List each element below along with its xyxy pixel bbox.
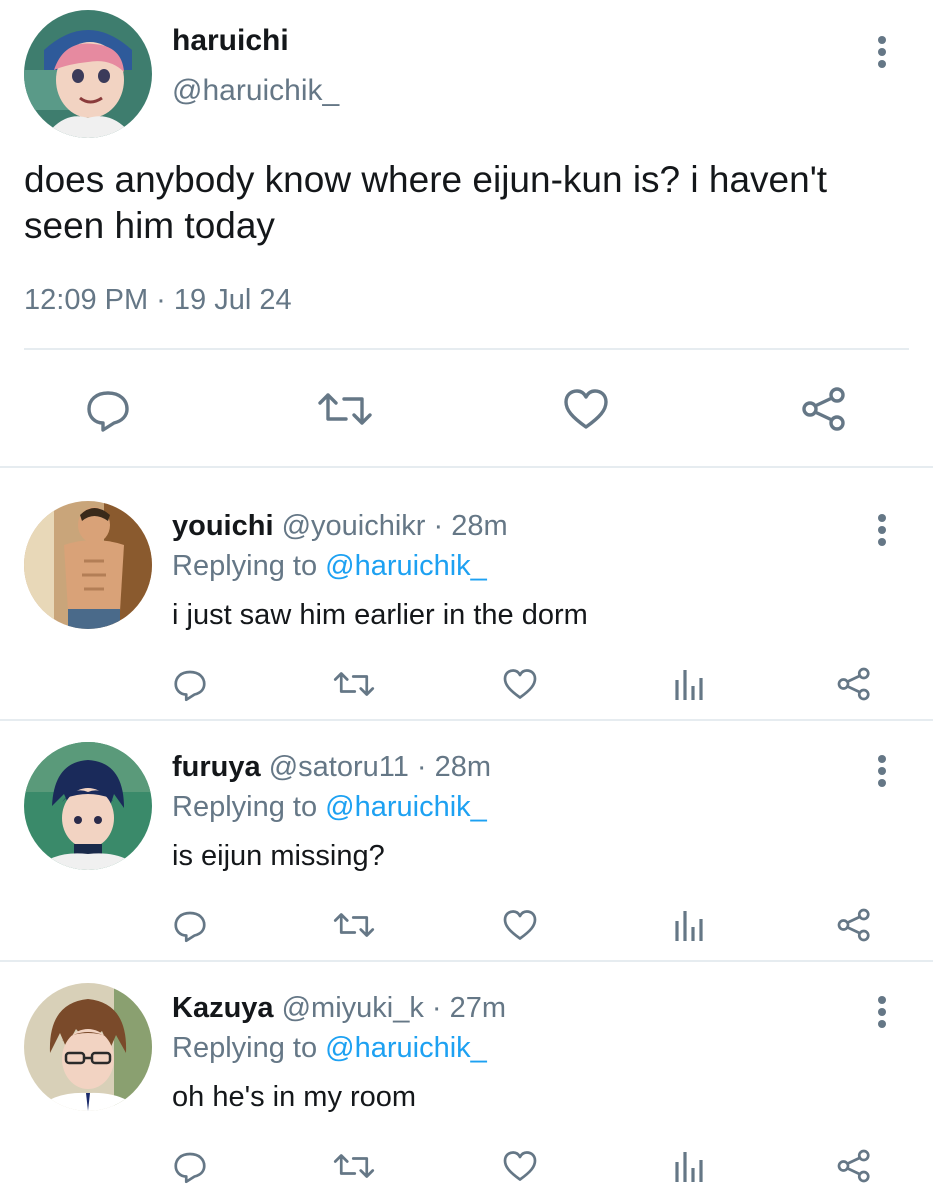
retweet-icon[interactable] — [316, 385, 374, 433]
reply-time[interactable]: 28m — [451, 510, 507, 542]
analytics-icon[interactable] — [672, 907, 708, 943]
reply-tweet[interactable]: youichi @youichikr · 28m Replying to @ha… — [0, 468, 933, 708]
analytics-icon[interactable] — [672, 1148, 708, 1184]
retweet-icon[interactable] — [332, 907, 376, 943]
replying-prefix: Replying to — [172, 1032, 326, 1064]
reply-icon[interactable] — [172, 907, 208, 943]
separator-dot: · — [433, 510, 444, 542]
tweet-timestamp[interactable]: 12:09 PM · 19 Jul 24 — [24, 284, 292, 317]
share-icon[interactable] — [800, 385, 848, 433]
more-options-icon[interactable] — [870, 510, 894, 550]
author-name[interactable]: youichi — [172, 510, 274, 542]
avatar[interactable] — [24, 742, 152, 870]
like-icon[interactable] — [562, 385, 610, 433]
more-options-icon[interactable] — [870, 751, 894, 791]
author-name[interactable]: Kazuya — [172, 992, 274, 1024]
author-handle[interactable]: @haruichik_ — [172, 74, 339, 108]
author-handle[interactable]: @youichikr — [282, 510, 426, 542]
share-icon[interactable] — [836, 907, 872, 943]
more-options-icon[interactable] — [870, 32, 894, 72]
analytics-icon[interactable] — [672, 666, 708, 702]
mention-link[interactable]: @haruichik_ — [325, 791, 487, 823]
like-icon[interactable] — [501, 1148, 539, 1184]
replying-prefix: Replying to — [172, 550, 326, 582]
separator-dot: · — [431, 992, 442, 1024]
author-name[interactable]: haruichi — [172, 24, 289, 58]
share-icon[interactable] — [836, 1148, 872, 1184]
reply-text: i just saw him earlier in the dorm — [172, 599, 588, 631]
author-name[interactable]: furuya — [172, 751, 261, 783]
reply-header: youichi @youichikr · 28m — [172, 510, 508, 543]
share-icon[interactable] — [836, 666, 872, 702]
avatar[interactable] — [24, 983, 152, 1111]
avatar[interactable] — [24, 10, 152, 138]
divider — [24, 348, 909, 350]
reply-tweet[interactable]: Kazuya @miyuki_k · 27m Replying to @haru… — [0, 950, 933, 1190]
author-handle[interactable]: @miyuki_k — [282, 992, 424, 1024]
tweet-text: does anybody know where eijun-kun is? i … — [24, 159, 828, 246]
reply-icon[interactable] — [172, 666, 208, 702]
mention-link[interactable]: @haruichik_ — [325, 1032, 487, 1064]
mention-link[interactable]: @haruichik_ — [325, 550, 487, 582]
avatar[interactable] — [24, 501, 152, 629]
reply-icon[interactable] — [84, 385, 132, 433]
reply-header: furuya @satoru11 · 28m — [172, 751, 491, 784]
more-options-icon[interactable] — [870, 992, 894, 1032]
replying-to: Replying to @haruichik_ — [172, 550, 487, 583]
reply-icon[interactable] — [172, 1148, 208, 1184]
reply-time[interactable]: 27m — [450, 992, 506, 1024]
replying-to: Replying to @haruichik_ — [172, 791, 487, 824]
separator-dot: · — [416, 751, 427, 783]
retweet-icon[interactable] — [332, 666, 376, 702]
like-icon[interactable] — [501, 666, 539, 702]
tweet-thread: haruichi @haruichik_ does anybody know w… — [0, 0, 933, 1200]
reply-header: Kazuya @miyuki_k · 27m — [172, 992, 506, 1025]
reply-text: oh he's in my room — [172, 1081, 417, 1113]
retweet-icon[interactable] — [332, 1148, 376, 1184]
reply-time[interactable]: 28m — [435, 751, 491, 783]
author-handle[interactable]: @satoru11 — [269, 751, 409, 783]
reply-text: is eijun missing? — [172, 840, 385, 872]
replying-to: Replying to @haruichik_ — [172, 1032, 487, 1065]
reply-tweet[interactable]: furuya @satoru11 · 28m Replying to @haru… — [0, 709, 933, 949]
like-icon[interactable] — [501, 907, 539, 943]
main-tweet: haruichi @haruichik_ does anybody know w… — [0, 0, 933, 466]
replying-prefix: Replying to — [172, 791, 326, 823]
